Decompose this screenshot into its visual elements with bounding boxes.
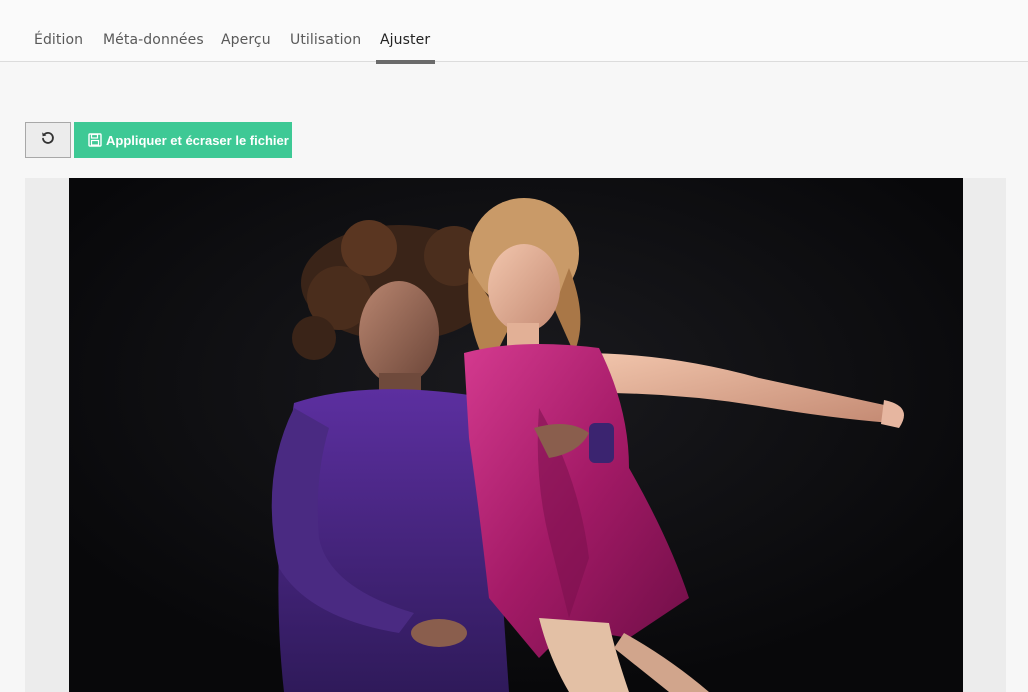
tab-usage[interactable]: Utilisation: [290, 32, 361, 48]
tab-edition[interactable]: Édition: [34, 32, 83, 48]
undo-icon: [40, 130, 56, 150]
tab-preview[interactable]: Aperçu: [221, 32, 271, 48]
floppy-disk-icon: [88, 133, 102, 147]
tab-adjust[interactable]: Ajuster: [380, 32, 430, 48]
active-tab-indicator: [376, 60, 435, 64]
apply-overwrite-button[interactable]: Appliquer et écraser le fichier: [74, 122, 292, 158]
tab-metadata[interactable]: Méta-données: [103, 32, 204, 48]
reset-button[interactable]: [25, 122, 71, 158]
apply-button-label: Appliquer et écraser le fichier: [106, 132, 289, 148]
tab-bar: Édition Méta-données Aperçu Utilisation …: [0, 0, 1028, 64]
dancers-photo[interactable]: [69, 178, 963, 692]
